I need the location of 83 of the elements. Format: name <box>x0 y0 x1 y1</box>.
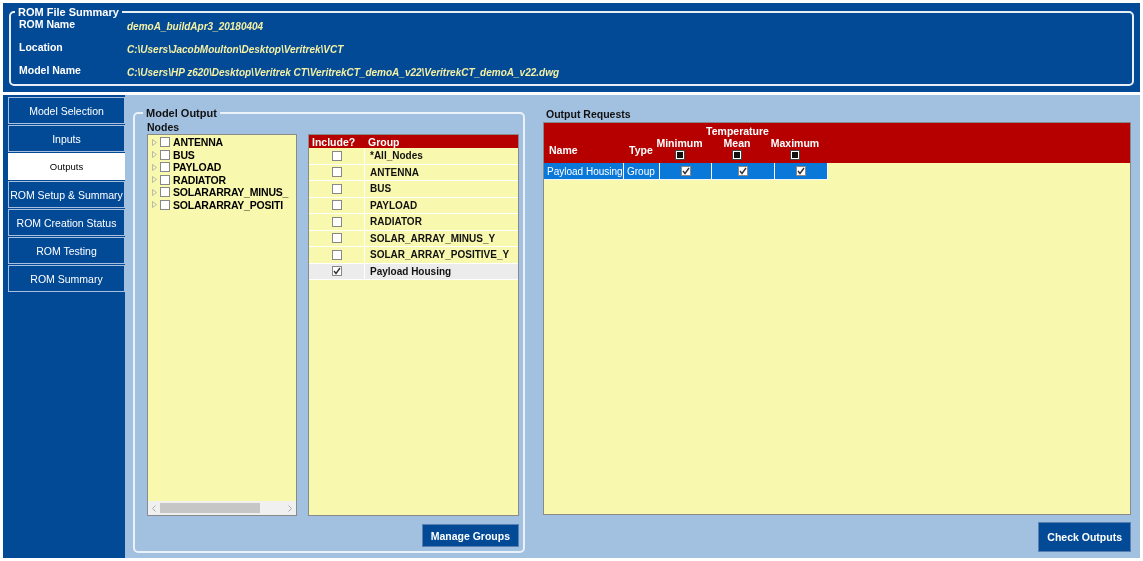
group-name: ANTENNA <box>369 166 420 178</box>
checkbox[interactable] <box>331 249 342 260</box>
checkbox[interactable] <box>331 266 342 277</box>
group-name: SOLAR_ARRAY_MINUS_Y <box>369 232 497 244</box>
checkbox[interactable] <box>790 150 800 160</box>
section-title: Output Requests <box>546 108 632 120</box>
checkbox[interactable] <box>331 183 342 194</box>
group-name: BUS <box>369 183 393 195</box>
grid-row[interactable]: SOLAR_ARRAY_MINUS_Y <box>309 230 518 247</box>
expander-icon[interactable] <box>152 176 157 184</box>
grid-row[interactable]: *All_Nodes <box>309 148 518 165</box>
checkmark-icon <box>797 167 805 175</box>
grid-row[interactable]: SOLAR_ARRAY_POSITIVE_Y <box>309 247 518 264</box>
grid-row[interactable]: RADIATOR <box>309 214 518 231</box>
field-value: C:\Users\HP z620\Desktop\Veritrek CT\VeritrekCT_demoA_v22\VeritrekCT_demoA_v22.dwg <box>127 66 561 78</box>
nav-item[interactable]: Inputs <box>8 125 125 152</box>
table-cell: Payload Housing <box>544 163 624 179</box>
tree-item[interactable]: SOLARARRAY_MINUS_ <box>173 186 289 199</box>
nav-item[interactable]: ROM Creation Status <box>8 209 125 236</box>
scroll-right-icon[interactable] <box>288 504 292 512</box>
nav-item[interactable]: ROM Setup & Summary <box>8 181 125 208</box>
nav-item[interactable]: ROM Testing <box>8 237 125 264</box>
panel-title: ROM File Summary <box>17 6 120 18</box>
checkmark-icon <box>332 267 341 276</box>
check-outputs-button[interactable]: Check Outputs <box>1038 522 1131 552</box>
field-label: Model Name <box>19 64 82 78</box>
field-label: ROM Name <box>19 18 76 32</box>
checkmark-icon <box>739 167 747 175</box>
grid-row[interactable]: BUS <box>309 181 518 198</box>
table-cell: Group <box>624 163 660 179</box>
checkbox[interactable] <box>160 199 170 210</box>
column-header: Type <box>628 144 654 158</box>
expander-icon[interactable] <box>152 151 157 159</box>
checkbox[interactable] <box>160 149 170 160</box>
tree-item[interactable]: BUS <box>173 148 195 161</box>
checkbox[interactable] <box>160 174 170 185</box>
checkbox[interactable] <box>331 167 342 178</box>
checkmark-icon <box>681 167 690 175</box>
checkbox[interactable] <box>160 162 170 173</box>
checkbox[interactable] <box>680 166 691 176</box>
tree-item[interactable]: PAYLOAD <box>173 161 222 174</box>
manage-groups-button[interactable]: Manage Groups <box>421 524 519 547</box>
horizontal-scrollbar[interactable] <box>148 501 296 515</box>
column-group-header: Temperature <box>706 125 769 137</box>
expander-icon[interactable] <box>152 201 157 209</box>
expander-icon[interactable] <box>152 163 157 171</box>
tree-item[interactable]: SOLARARRAY_POSITI <box>173 198 283 211</box>
checkbox[interactable] <box>331 150 342 161</box>
column-header: Include? <box>311 135 357 148</box>
nav-item[interactable]: Outputs <box>8 153 125 180</box>
column-header: Minimum <box>656 137 703 149</box>
checkbox[interactable] <box>160 137 170 148</box>
column-header: Group <box>367 135 401 148</box>
expander-icon[interactable] <box>152 188 157 196</box>
checkbox[interactable] <box>331 216 342 227</box>
checkbox[interactable] <box>331 200 342 211</box>
nav-item[interactable]: Model Selection <box>8 97 125 124</box>
group-name: RADIATOR <box>369 216 423 228</box>
column-header: Maximum <box>770 137 820 149</box>
tree-item[interactable]: ANTENNA <box>173 136 223 149</box>
group-name: Payload Housing <box>369 265 453 277</box>
tree-item[interactable]: RADIATOR <box>173 173 226 186</box>
checkbox[interactable] <box>331 233 342 244</box>
field-value: C:\Users\JacobMoulton\Desktop\Veritrek\VCT <box>127 43 345 55</box>
checkbox[interactable] <box>738 166 748 176</box>
grid-row[interactable]: ANTENNA <box>309 164 518 181</box>
panel-title: Model Output <box>145 107 218 119</box>
column-header: Mean <box>723 137 751 149</box>
scroll-left-icon[interactable] <box>152 504 156 512</box>
group-name: *All_Nodes <box>369 150 424 162</box>
group-name: SOLAR_ARRAY_POSITIVE_Y <box>369 249 511 261</box>
checkbox[interactable] <box>796 166 806 176</box>
field-value: demoA_buildApr3_20180404 <box>127 20 265 32</box>
checkbox[interactable] <box>674 150 685 160</box>
checkbox[interactable] <box>160 187 170 198</box>
grid-row[interactable]: PAYLOAD <box>309 197 518 214</box>
column-header: Name <box>548 144 579 158</box>
field-label: Location <box>19 41 64 55</box>
group-name: PAYLOAD <box>369 199 419 211</box>
section-label: Nodes <box>147 121 181 133</box>
expander-icon[interactable] <box>152 138 157 146</box>
nav-item[interactable]: ROM Summary <box>8 265 125 292</box>
checkbox[interactable] <box>732 150 742 160</box>
